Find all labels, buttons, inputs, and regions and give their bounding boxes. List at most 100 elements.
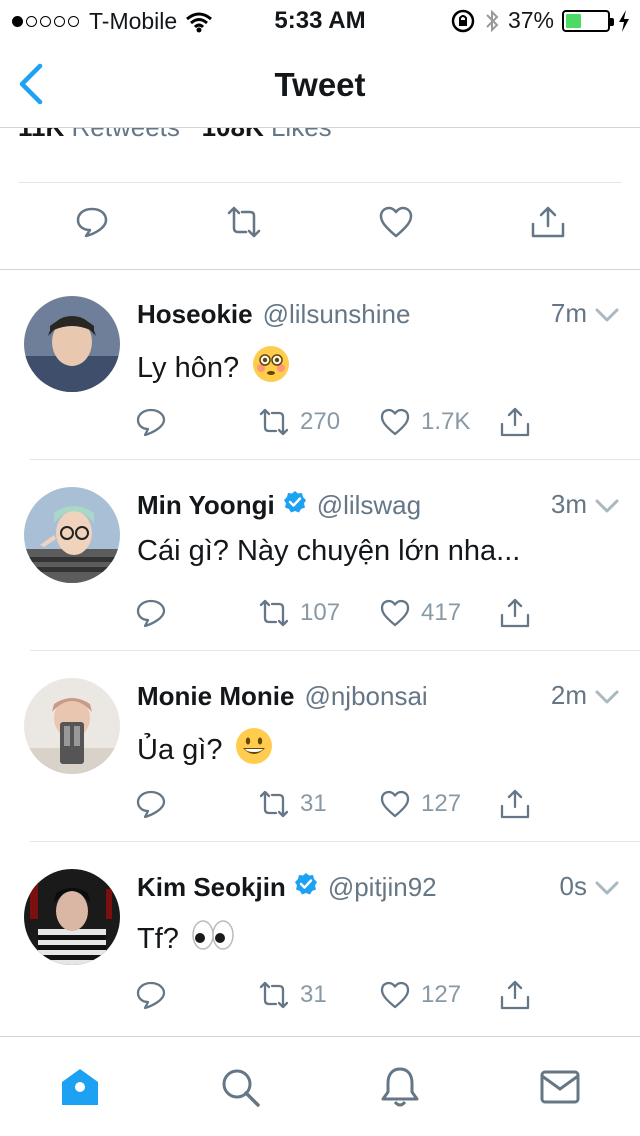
timestamp: 3m <box>550 489 587 519</box>
like-button[interactable]: 417 <box>379 597 461 629</box>
share-button[interactable] <box>499 406 531 438</box>
retweet-button[interactable]: 270 <box>258 406 340 438</box>
username-handle[interactable]: @pitjin92 <box>328 872 437 903</box>
search-icon[interactable] <box>218 1065 262 1109</box>
display-name[interactable]: Hoseokie <box>137 299 253 330</box>
retweet-icon <box>259 599 289 627</box>
flushed-face-emoji-icon <box>251 344 291 392</box>
reply-button[interactable] <box>135 788 167 820</box>
share-icon <box>500 598 530 628</box>
divider <box>30 841 640 842</box>
like-count: 127 <box>421 790 462 817</box>
verified-badge-icon <box>286 872 318 903</box>
reply-icon <box>136 790 166 819</box>
reply-button[interactable] <box>135 406 167 438</box>
chevron-down-icon[interactable] <box>594 497 620 515</box>
display-name[interactable]: Monie Monie <box>137 681 294 712</box>
like-button[interactable]: 1.7K <box>379 406 470 438</box>
display-name[interactable]: Min Yoongi <box>137 490 275 521</box>
chevron-down-icon[interactable] <box>594 688 620 706</box>
like-count: 127 <box>421 981 462 1008</box>
retweet-icon <box>259 408 289 436</box>
messages-envelope-icon[interactable] <box>538 1065 582 1109</box>
tweet-text: Tf? <box>137 922 179 955</box>
reply-actions: 31 127 <box>0 788 640 828</box>
reply-icon <box>136 599 166 628</box>
reply-icon <box>136 981 166 1010</box>
battery-icon <box>562 9 614 32</box>
like-count: 417 <box>421 599 462 626</box>
battery-fill <box>566 13 581 28</box>
chevron-down-icon[interactable] <box>594 306 620 324</box>
share-button[interactable] <box>499 597 531 629</box>
navigation-bar: Tweet <box>0 40 640 128</box>
verified-badge-icon <box>275 490 307 521</box>
reply-tweet[interactable]: Min Yoongi @lilswag 3m Cái gì? Này chuyện l… <box>0 461 640 651</box>
tweet-text-row: Ly hôn? <box>137 344 291 392</box>
like-count: 1.7K <box>421 408 471 435</box>
reply-icon[interactable] <box>74 204 110 240</box>
like-heart-icon <box>380 790 410 818</box>
tweet-text-row: Cái gì? Này chuyện lớn nha... <box>137 535 520 568</box>
username-handle[interactable]: @njbonsai <box>304 681 427 712</box>
tweet-text: Ủa gì? <box>137 733 223 766</box>
chevron-down-icon[interactable] <box>594 879 620 897</box>
like-button[interactable]: 127 <box>379 788 461 820</box>
like-heart-icon <box>380 981 410 1009</box>
like-heart-icon[interactable] <box>378 204 414 240</box>
share-icon <box>500 980 530 1010</box>
retweet-icon <box>259 981 289 1009</box>
retweet-icon[interactable] <box>226 204 262 240</box>
reply-header: Hoseokie @lilsunshine <box>137 298 620 330</box>
status-right: 37% <box>450 7 630 34</box>
avatar[interactable] <box>24 487 120 583</box>
share-button[interactable] <box>499 788 531 820</box>
tweet-text: Ly hôn? <box>137 351 240 384</box>
tweet-text: Cái gì? Này chuyện lớn nha... <box>137 535 521 567</box>
home-icon[interactable] <box>58 1065 102 1109</box>
bluetooth-icon <box>486 9 499 32</box>
timestamp: 2m <box>550 680 587 710</box>
page-title: Tweet <box>274 66 366 103</box>
username-handle[interactable]: @lilswag <box>317 490 421 521</box>
like-button[interactable]: 127 <box>379 979 461 1011</box>
retweet-count: 107 <box>300 599 341 626</box>
share-button[interactable] <box>499 979 531 1011</box>
grinning-face-emoji-icon <box>234 726 274 774</box>
share-icon <box>500 407 530 437</box>
retweet-button[interactable]: 107 <box>258 597 340 629</box>
avatar[interactable] <box>24 296 120 392</box>
tweet-text-row: Tf? <box>137 917 235 961</box>
reply-tweet[interactable]: Kim Seokjin @pitjin92 0s Tf? 31 127 <box>0 843 640 1033</box>
battery-percent: 37% <box>507 7 554 33</box>
reply-icon <box>136 408 166 437</box>
divider <box>30 650 640 651</box>
like-heart-icon <box>380 599 410 627</box>
retweet-icon <box>259 790 289 818</box>
username-handle[interactable]: @lilsunshine <box>263 299 411 330</box>
display-name[interactable]: Kim Seokjin <box>137 872 286 903</box>
divider <box>18 182 622 183</box>
tweet-text-row: Ủa gì? <box>137 726 274 774</box>
like-heart-icon <box>380 408 410 436</box>
retweet-button[interactable]: 31 <box>258 788 327 820</box>
reply-button[interactable] <box>135 979 167 1011</box>
reply-header: Min Yoongi @lilswag <box>137 489 620 521</box>
eyes-emoji-icon <box>191 917 235 961</box>
reply-button[interactable] <box>135 597 167 629</box>
retweet-count: 31 <box>300 981 327 1008</box>
reply-header: Monie Monie @njbonsai <box>137 680 620 712</box>
retweet-button[interactable]: 31 <box>258 979 327 1011</box>
reply-actions: 31 127 <box>0 979 640 1019</box>
avatar[interactable] <box>24 869 120 965</box>
rotation-lock-icon <box>451 9 475 32</box>
tab-bar <box>0 1036 640 1136</box>
notifications-bell-icon[interactable] <box>378 1065 422 1109</box>
reply-tweet[interactable]: Monie Monie @njbonsai 2m Ủa gì? 31 127 <box>0 652 640 842</box>
avatar[interactable] <box>24 678 120 774</box>
share-icon[interactable] <box>530 204 566 240</box>
share-icon <box>500 789 530 819</box>
status-bar: T-Mobile 5:33 AM 37% <box>0 0 640 40</box>
reply-tweet[interactable]: Hoseokie @lilsunshine 7m Ly hôn? 270 1.7K <box>0 270 640 460</box>
tweet-actions <box>0 198 640 258</box>
